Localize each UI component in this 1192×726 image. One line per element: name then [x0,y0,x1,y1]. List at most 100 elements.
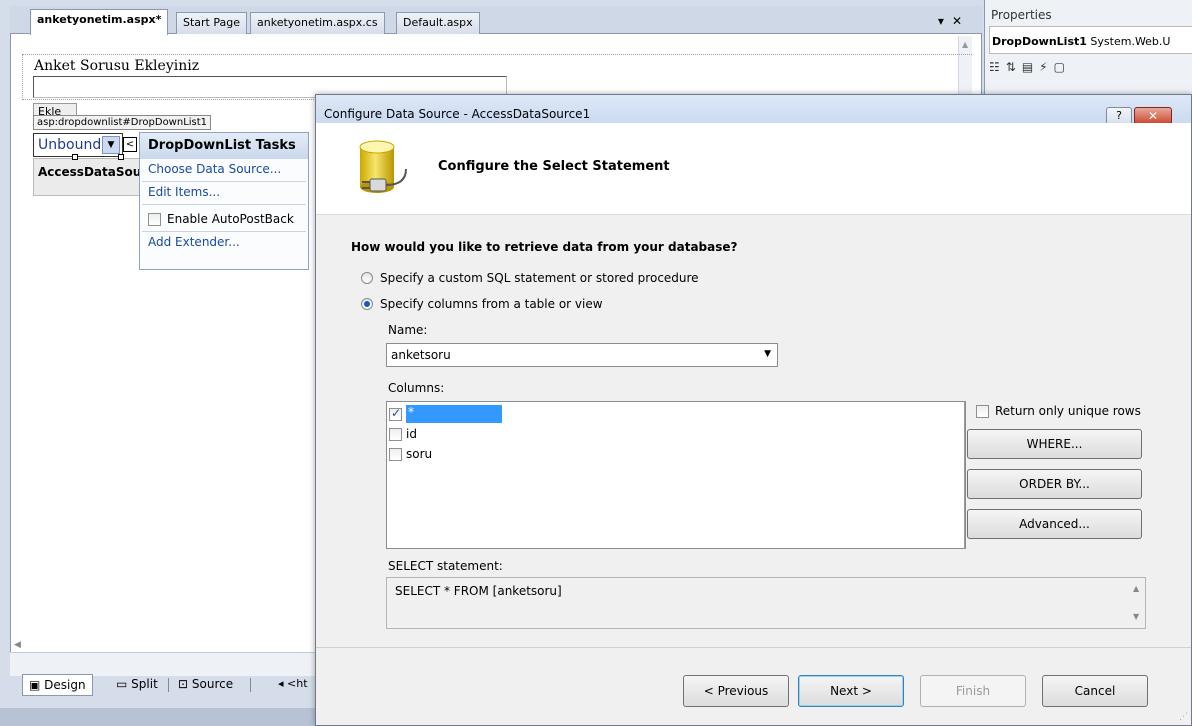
column-name: * [406,405,502,423]
tasks-title: DropDownList Tasks [140,133,308,159]
divider [316,647,1191,648]
tab-anketyonetim-aspx-cs[interactable]: anketyonetim.aspx.cs [250,12,385,34]
close-document-icon[interactable]: ✕ [952,14,970,28]
dialog-header: Configure the Select Statement [316,123,1191,215]
dropdownlist-tasks-popup: DropDownList Tasks Choose Data Source...… [139,132,309,270]
property-pages-icon[interactable]: ▢ [1054,60,1071,74]
tab-start-page[interactable]: Start Page [176,12,247,34]
divider [964,401,965,549]
chevron-down-icon[interactable]: ▼ [764,349,771,359]
checkbox-icon[interactable] [976,404,989,418]
properties-object-type: System.Web.U [1090,35,1171,48]
resize-grip-icon[interactable]: ⋰ [1179,712,1188,722]
select-statement-label: SELECT statement: [388,559,503,573]
chevron-down-icon[interactable]: ▼ [102,136,120,154]
select-statement-text: SELECT * FROM [anketsoru] [395,584,562,598]
split-view-icon: ▭ [116,677,128,691]
radio-icon[interactable] [361,272,373,284]
scroll-up-icon[interactable]: ▲ [1133,584,1139,593]
table-name-select[interactable]: anketsoru ▼ [386,343,778,367]
advanced-button[interactable]: Advanced... [967,509,1142,539]
events-icon[interactable]: ⚡ [1039,60,1053,74]
tab-tools: ▾✕ [938,14,970,28]
tab-list-chevron-icon[interactable]: ▾ [938,14,952,28]
order-by-button[interactable]: ORDER BY... [967,469,1142,499]
next-button[interactable]: Next > [798,675,904,707]
split-view-button[interactable]: ▭ Split [110,674,164,696]
database-icon [359,140,407,193]
source-view-button[interactable]: ⊡ Source [172,674,239,696]
dropdownlist1[interactable]: Unbound ▼ [33,133,123,157]
list-item-star[interactable]: * [389,404,502,424]
document-tab-strip: anketyonetim.aspx* Start Page anketyonet… [10,6,982,35]
resize-handle[interactable] [118,154,124,160]
checkbox-icon[interactable] [389,427,402,441]
resize-handle[interactable] [72,154,78,160]
properties-object-selector[interactable]: DropDownList1 System.Web.U [989,26,1192,54]
edit-items-link[interactable]: Edit Items... [140,182,308,204]
navigator-left-icon[interactable]: ◂ [278,677,284,690]
select-statement-box[interactable]: SELECT * FROM [anketsoru] ▲ ▼ [386,577,1146,629]
choose-data-source-link[interactable]: Choose Data Source... [140,159,308,181]
checkbox-icon[interactable] [389,406,402,421]
access-data-source-control[interactable]: AccessDataSource1 [33,158,142,196]
column-name: soru [406,447,433,461]
help-icon: ? [1116,109,1122,122]
properties-object-name: DropDownList1 [992,35,1087,48]
access-data-source-label: AccessDataSource1 [38,165,142,179]
properties-pane: Properties DropDownList1 System.Web.U ☷⇅… [984,0,1192,96]
status-strip [0,708,320,726]
dialog-title: Configure Data Source - AccessDataSource… [324,107,591,121]
page-heading[interactable]: Anket Sorusu Ekleyiniz [34,58,199,74]
properties-icon[interactable]: ▤ [1022,60,1039,74]
source-view-icon: ⊡ [178,677,189,691]
divider [250,678,251,692]
smart-tag-button[interactable]: < [123,137,137,152]
categorized-icon[interactable]: ☷ [989,60,1006,74]
radio-icon[interactable] [361,298,373,310]
where-button[interactable]: WHERE... [967,429,1142,459]
table-name-value: anketsoru [391,348,451,362]
scroll-down-icon[interactable]: ▼ [1133,612,1139,621]
properties-toolbar: ☷⇅▤⚡▢ [989,60,1071,74]
columns-label: Columns: [388,381,445,395]
tab-anketyonetim-aspx[interactable]: anketyonetim.aspx* [30,9,169,35]
columns-list[interactable]: * id soru [386,401,966,549]
sql-scrollbar[interactable]: ▲ ▼ [1129,578,1145,628]
enable-autopostback-label: Enable AutoPostBack [167,212,294,226]
list-item-id[interactable]: id [389,424,417,444]
tab-default-aspx[interactable]: Default.aspx [396,12,480,34]
column-name: id [406,427,417,441]
checkbox-icon[interactable] [148,212,161,226]
list-item-soru[interactable]: soru [389,444,432,464]
design-view-button[interactable]: ▣ Design [22,674,93,696]
add-extender-link[interactable]: Add Extender... [140,232,308,254]
close-icon: ✕ [1147,109,1159,123]
configure-data-source-dialog: Configure Data Source - AccessDataSource… [315,94,1192,726]
breadcrumb[interactable]: <ht [287,677,308,690]
properties-title: Properties [991,8,1052,22]
design-view-label: Design [44,678,86,692]
scroll-up-icon[interactable]: ▲ [962,40,968,49]
retrieve-question: How would you like to retrieve data from… [351,240,738,254]
cancel-button[interactable]: Cancel [1042,675,1148,707]
finish-button[interactable]: Finish [920,675,1026,707]
tag-navigator[interactable]: ◂ <ht [272,674,314,696]
unique-rows-option[interactable]: Return only unique rows [976,404,1141,418]
alphabetical-icon[interactable]: ⇅ [1006,60,1022,74]
scroll-left-icon[interactable]: ◀ [14,640,21,650]
divider [168,678,169,692]
source-view-label: Source [191,677,234,691]
columns-option-label: Specify columns from a table or view [380,297,603,311]
dialog-heading: Configure the Select Statement [438,159,670,174]
enable-autopostback-option[interactable]: Enable AutoPostBack [140,205,308,231]
unique-rows-label: Return only unique rows [995,404,1141,418]
previous-button[interactable]: < Previous [683,675,789,707]
split-view-label: Split [131,677,158,691]
dropdown-text: Unbound [38,137,102,153]
design-view-icon: ▣ [29,678,41,692]
columns-option[interactable]: Specify columns from a table or view [361,297,603,311]
custom-sql-option[interactable]: Specify a custom SQL statement or stored… [361,271,699,285]
checkbox-icon[interactable] [389,447,402,461]
custom-sql-label: Specify a custom SQL statement or stored… [380,271,699,285]
